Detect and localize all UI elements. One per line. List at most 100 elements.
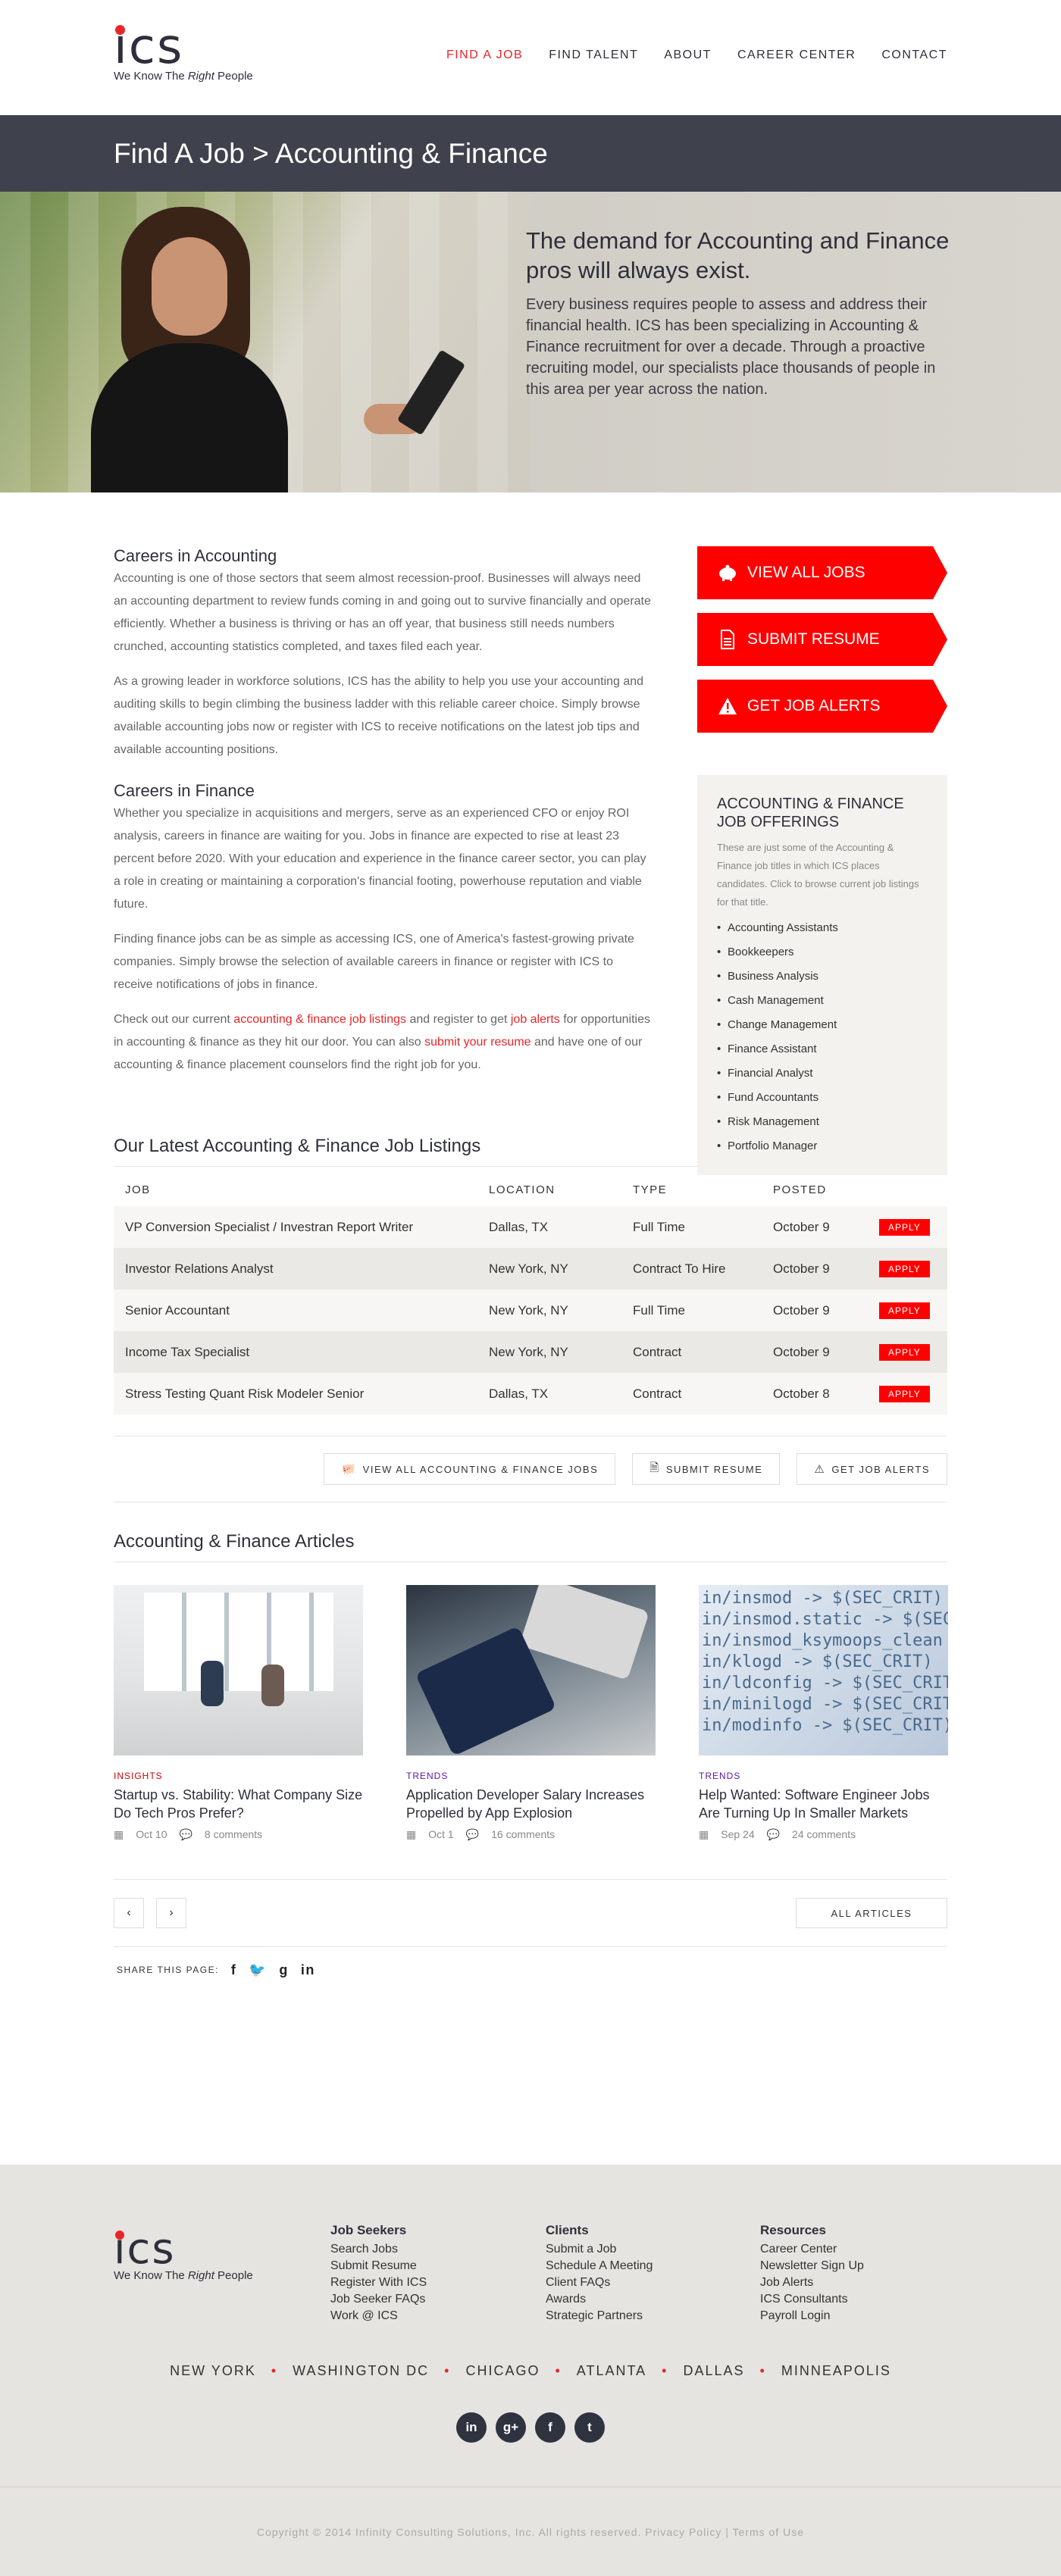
get-job-alerts-outline-button[interactable]: ⚠ GET JOB ALERTS (797, 1453, 947, 1485)
get-job-alerts-button[interactable]: GET JOB ALERTS (697, 680, 947, 733)
footer-col-job-seekers: Job Seekers Search Jobs Submit Resume Re… (330, 2223, 427, 2324)
linkedin-icon[interactable]: in (456, 2412, 487, 2443)
document-icon: 🗎 (649, 1461, 660, 1474)
facebook-icon[interactable]: f (231, 1962, 237, 1978)
google-plus-icon[interactable]: g (279, 1962, 289, 1978)
article-title[interactable]: Application Developer Salary Increases P… (406, 1786, 656, 1822)
apply-button[interactable]: APPLY (879, 1218, 930, 1236)
article-card[interactable]: in/insmod -> $(SEC_CRIT) in/insmod.stati… (699, 1585, 948, 1841)
nav-find-talent[interactable]: FIND TALENT (549, 48, 638, 62)
footer-link[interactable]: Submit Resume (330, 2258, 427, 2274)
table-row[interactable]: Stress Testing Quant Risk Modeler Senior… (114, 1373, 947, 1415)
article-image[interactable] (406, 1585, 656, 1755)
table-row[interactable]: VP Conversion Specialist / Investran Rep… (114, 1206, 947, 1248)
page-title: Find A Job > Accounting & Finance (114, 138, 548, 169)
job-alerts-link[interactable]: job alerts (511, 1013, 560, 1026)
article-card[interactable]: INSIGHTS Startup vs. Stability: What Com… (114, 1585, 363, 1841)
article-card[interactable]: TRENDS Application Developer Salary Incr… (406, 1585, 656, 1841)
article-tag[interactable]: INSIGHTS (114, 1771, 363, 1781)
article-title[interactable]: Help Wanted: Software Engineer Jobs Are … (699, 1786, 948, 1822)
footer-link[interactable]: Register With ICS (330, 2274, 427, 2291)
offering-item[interactable]: Cash Management (717, 989, 928, 1013)
nav-career-center[interactable]: CAREER CENTER (737, 48, 856, 62)
nav-about[interactable]: ABOUT (664, 48, 712, 62)
job-title[interactable]: Senior Accountant (114, 1290, 477, 1331)
apply-button[interactable]: APPLY (879, 1260, 930, 1277)
nav-find-a-job[interactable]: FIND A JOB (446, 48, 523, 62)
table-row[interactable]: Senior Accountant New York, NY Full Time… (114, 1290, 947, 1331)
offering-item[interactable]: Change Management (717, 1013, 928, 1037)
job-listings-link[interactable]: accounting & finance job listings (233, 1013, 406, 1026)
footer-link[interactable]: Schedule A Meeting (546, 2258, 653, 2274)
article-image[interactable] (114, 1585, 363, 1755)
job-title[interactable]: VP Conversion Specialist / Investran Rep… (114, 1206, 477, 1248)
nav-contact[interactable]: CONTACT (881, 48, 947, 62)
column-header-type: TYPE (633, 1183, 668, 1196)
job-title[interactable]: Income Tax Specialist (114, 1331, 477, 1373)
table-row[interactable]: Investor Relations Analyst New York, NY … (114, 1248, 947, 1290)
logo-dot (115, 2231, 124, 2240)
offering-item[interactable]: Portfolio Manager (717, 1134, 928, 1158)
prev-button[interactable]: ‹ (114, 1898, 144, 1928)
offering-item[interactable]: Finance Assistant (717, 1037, 928, 1061)
apply-button[interactable]: APPLY (879, 1302, 930, 1319)
comments-icon: 💬 (179, 1828, 192, 1840)
offering-item[interactable]: Accounting Assistants (717, 916, 928, 940)
article-tag[interactable]: TRENDS (699, 1771, 948, 1781)
footer-link[interactable]: Strategic Partners (546, 2308, 653, 2324)
city-name: ATLANTA (576, 2363, 647, 2378)
calendar-icon: ▦ (114, 1828, 124, 1840)
submit-resume-button[interactable]: SUBMIT RESUME (697, 613, 947, 666)
twitter-icon[interactable]: 🐦 (249, 1962, 267, 1978)
column-header-job: JOB (125, 1183, 151, 1196)
offering-item[interactable]: Risk Management (717, 1110, 928, 1134)
site-logo[interactable]: ics We Know The Right People (114, 23, 253, 83)
articles-pager: ‹ › ALL ARTICLES (114, 1879, 947, 1947)
view-all-jobs-button[interactable]: VIEW ALL JOBS (697, 546, 947, 599)
twitter-icon[interactable]: t (574, 2412, 605, 2443)
job-title[interactable]: Stress Testing Quant Risk Modeler Senior (114, 1373, 477, 1415)
article-tag[interactable]: TRENDS (406, 1771, 656, 1781)
submit-resume-link[interactable]: submit your resume (424, 1036, 531, 1049)
linkedin-icon[interactable]: in (301, 1962, 315, 1978)
footer-link[interactable]: Career Center (760, 2241, 864, 2258)
footer-col-title: Job Seekers (330, 2223, 407, 2237)
all-articles-button[interactable]: ALL ARTICLES (796, 1898, 947, 1928)
footer-link[interactable]: Job Seeker FAQs (330, 2291, 427, 2308)
table-row[interactable]: Income Tax Specialist New York, NY Contr… (114, 1331, 947, 1373)
offering-item[interactable]: Financial Analyst (717, 1061, 928, 1086)
article-meta: ▦ Sep 24 💬 24 comments (699, 1828, 856, 1840)
apply-button[interactable]: APPLY (879, 1343, 930, 1361)
footer-link[interactable]: Newsletter Sign Up (760, 2258, 864, 2274)
footer-link[interactable]: Job Alerts (760, 2274, 864, 2291)
job-title[interactable]: Investor Relations Analyst (114, 1248, 477, 1290)
apply-button[interactable]: APPLY (879, 1385, 930, 1402)
city-name: NEW YORK (170, 2363, 256, 2378)
footer-link[interactable]: Submit a Job (546, 2241, 653, 2258)
footer-link[interactable]: Payroll Login (760, 2308, 864, 2324)
offering-item[interactable]: Fund Accountants (717, 1086, 928, 1110)
google-plus-icon[interactable]: g+ (496, 2412, 526, 2443)
submit-resume-outline-button[interactable]: 🗎 SUBMIT RESUME (632, 1453, 781, 1485)
content-column: Careers in Accounting Accounting is one … (114, 546, 655, 1077)
footer-logo[interactable]: ics We Know The Right People (114, 2228, 253, 2283)
footer-link[interactable]: Client FAQs (546, 2274, 653, 2291)
footer-link[interactable]: Search Jobs (330, 2241, 427, 2258)
article-title[interactable]: Startup vs. Stability: What Company Size… (114, 1786, 363, 1822)
next-button[interactable]: › (156, 1898, 186, 1928)
main-nav: FIND A JOB FIND TALENT ABOUT CAREER CENT… (421, 48, 947, 62)
offering-item[interactable]: Business Analysis (717, 964, 928, 989)
warning-icon (717, 696, 738, 717)
facebook-icon[interactable]: f (535, 2412, 565, 2443)
footer-link[interactable]: Awards (546, 2291, 653, 2308)
job-posted: October 8 (762, 1373, 868, 1415)
accounting-heading: Careers in Accounting (114, 546, 277, 565)
footer-link[interactable]: Work @ ICS (330, 2308, 427, 2324)
job-posted: October 9 (762, 1331, 868, 1373)
job-location: New York, NY (477, 1248, 621, 1290)
footer-link[interactable]: ICS Consultants (760, 2291, 864, 2308)
article-image[interactable]: in/insmod -> $(SEC_CRIT) in/insmod.stati… (699, 1585, 948, 1755)
offering-item[interactable]: Bookkeepers (717, 940, 928, 964)
footer-socials: in g+ f t (114, 2412, 947, 2443)
view-all-finance-jobs-button[interactable]: 🐖 VIEW ALL ACCOUNTING & FINANCE JOBS (324, 1453, 616, 1485)
